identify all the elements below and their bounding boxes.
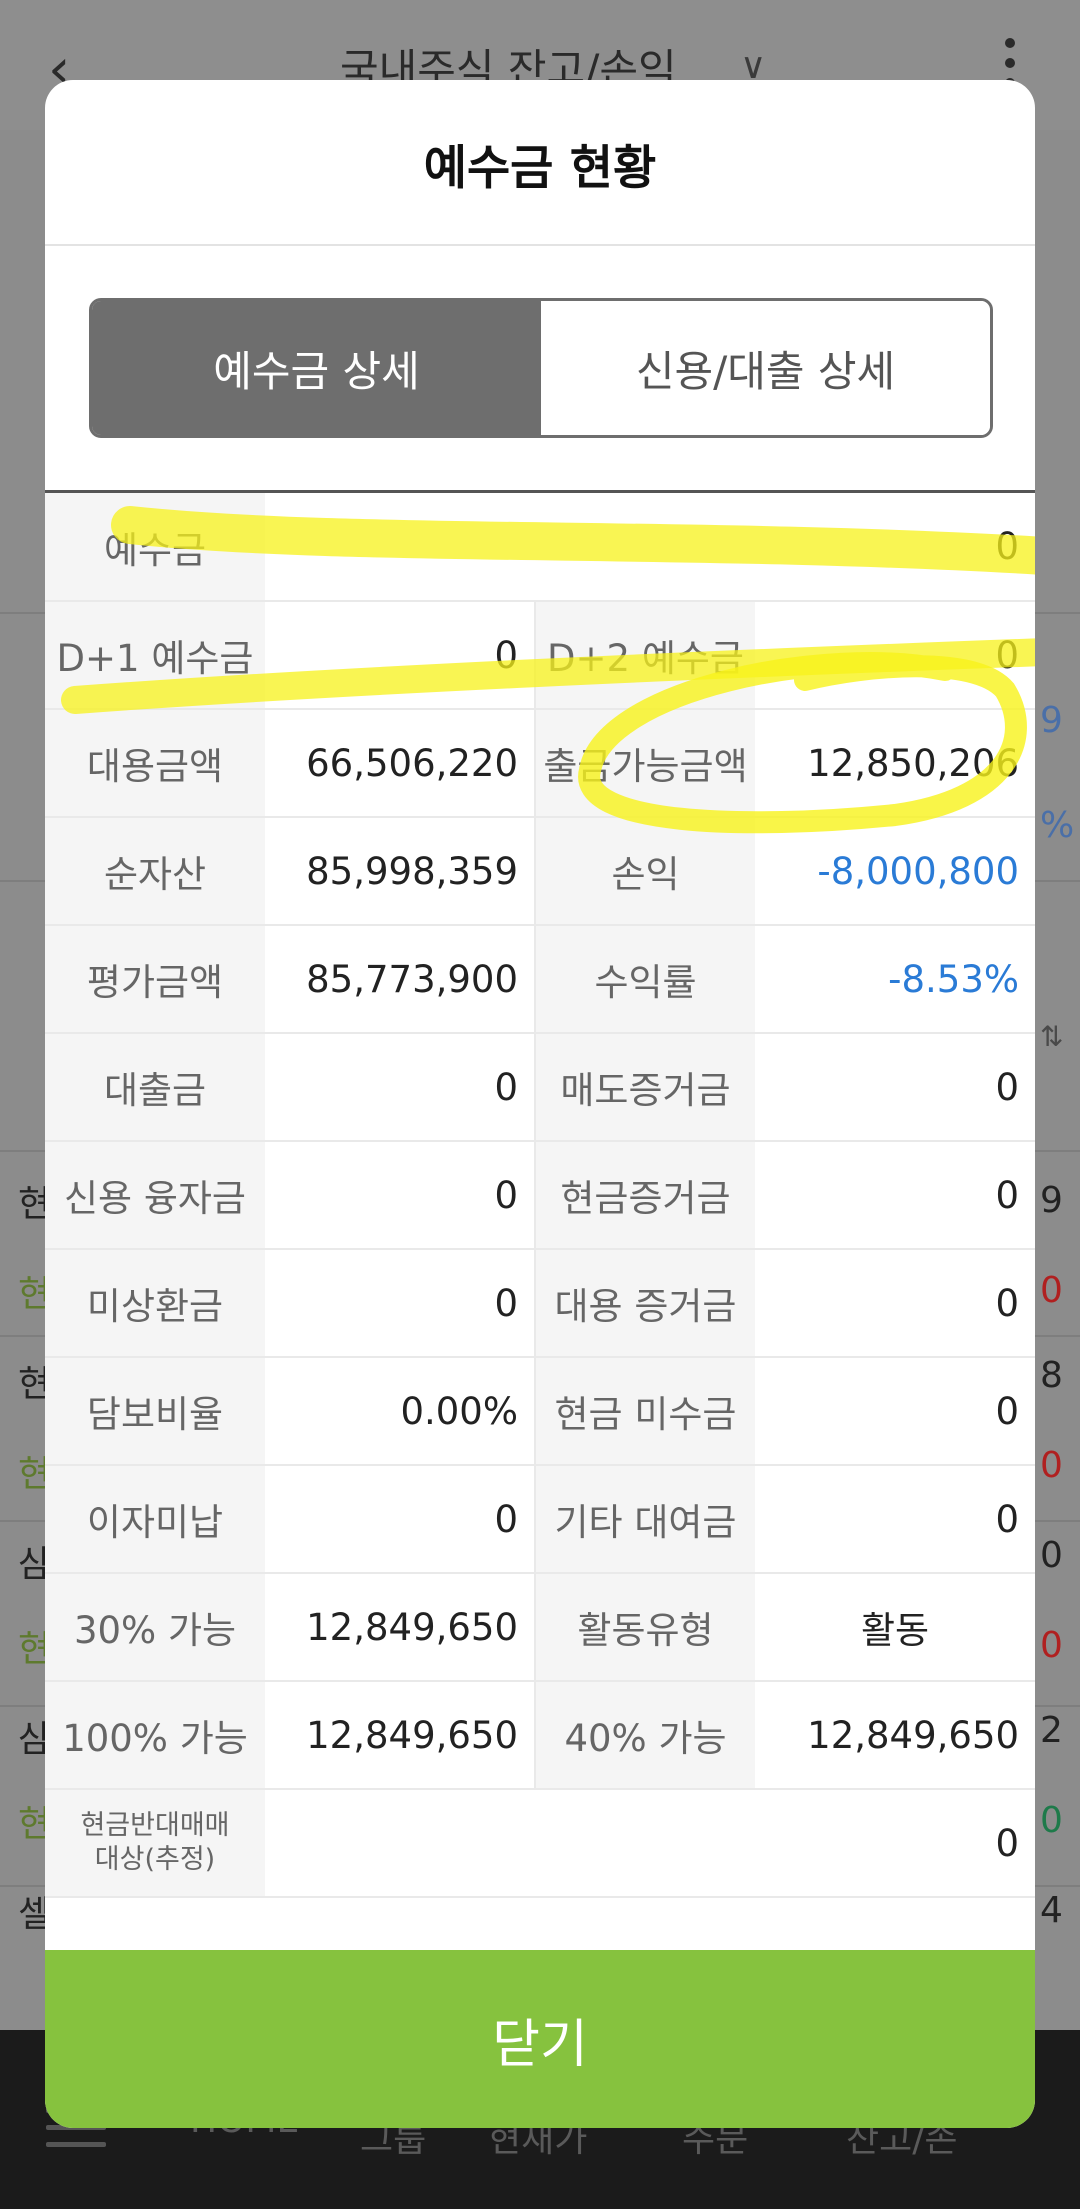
segmented-tabs: 예수금 상세 신용/대출 상세	[89, 298, 993, 438]
table-row: 30% 가능 12,849,650 활동유형 활동	[45, 1573, 1035, 1682]
bg-right-edge-value: 9	[1040, 700, 1063, 741]
bg-right-edge-value: 0	[1040, 1625, 1063, 1666]
row-value: 0	[755, 1465, 1035, 1574]
row-value: 0	[755, 1357, 1035, 1466]
row-label: 현금 미수금	[534, 1357, 755, 1466]
table-row: 미상환금 0 대용 증거금 0	[45, 1249, 1035, 1358]
row-label: 예수금	[45, 493, 265, 602]
row-label-line: 현금반대매매	[80, 1810, 230, 1842]
table-row: 평가금액 85,773,900 수익률 -8.53%	[45, 925, 1035, 1034]
row-label: D+1 예수금	[45, 601, 265, 710]
bg-right-edge-value: 0	[1040, 1445, 1063, 1486]
row-label: 이자미납	[45, 1465, 265, 1574]
row-label: D+2 예수금	[534, 601, 755, 710]
table-row: 예수금 0	[45, 493, 1035, 602]
row-label: 대용 증거금	[534, 1249, 755, 1358]
table-row: 담보비율 0.00% 현금 미수금 0	[45, 1357, 1035, 1466]
row-value: 12,849,650	[265, 1681, 535, 1790]
table-row: 이자미납 0 기타 대여금 0	[45, 1465, 1035, 1574]
table-row: 대용금액 66,506,220 출금가능금액 12,850,206	[45, 709, 1035, 818]
bg-right-edge-value: 8	[1040, 1355, 1063, 1396]
title-divider	[45, 244, 1035, 246]
row-value: 0	[755, 601, 1035, 710]
row-label: 30% 가능	[45, 1573, 265, 1682]
row-label: 매도증거금	[534, 1033, 755, 1142]
row-label: 출금가능금액	[534, 709, 755, 818]
tab-credit-loan-detail[interactable]: 신용/대출 상세	[541, 301, 990, 435]
row-value: 0	[265, 1141, 535, 1250]
bg-right-edge-value: 2	[1040, 1710, 1063, 1751]
bg-right-edge-value: 0	[1040, 1535, 1063, 1576]
close-button[interactable]: 닫기	[45, 1950, 1035, 2128]
bg-right-edge-value: 9	[1040, 1180, 1063, 1221]
row-value: 활동	[755, 1573, 1035, 1682]
row-label: 대용금액	[45, 709, 265, 818]
table-row: 신용 융자금 0 현금증거금 0	[45, 1141, 1035, 1250]
row-label-line: 대상(추정)	[94, 1844, 216, 1875]
row-value: 0	[755, 1249, 1035, 1358]
row-label: 현금반대매매 대상(추정)	[45, 1789, 265, 1898]
row-label: 대출금	[45, 1033, 265, 1142]
row-value: 12,850,206	[755, 709, 1035, 818]
row-label: 신용 융자금	[45, 1141, 265, 1250]
row-label: 100% 가능	[45, 1681, 265, 1790]
row-label: 기타 대여금	[534, 1465, 755, 1574]
row-label: 현금증거금	[534, 1141, 755, 1250]
dialog-title: 예수금 현황	[423, 140, 657, 196]
deposit-detail-table: 예수금 0 D+1 예수금 0 D+2 예수금 0 대용금액 66,506,22…	[45, 493, 1035, 1898]
bg-right-edge-value: 0	[1040, 1270, 1063, 1311]
row-value: 0	[265, 1789, 1035, 1898]
row-label: 담보비율	[45, 1357, 265, 1466]
row-value: 85,998,359	[265, 817, 535, 926]
row-label: 순자산	[45, 817, 265, 926]
row-label: 미상환금	[45, 1249, 265, 1358]
row-value: 0	[265, 493, 1035, 602]
row-value: -8,000,800	[755, 817, 1035, 926]
bg-right-edge-value: %	[1040, 805, 1075, 846]
row-value: -8.53%	[755, 925, 1035, 1034]
row-value: 85,773,900	[265, 925, 535, 1034]
table-row: 대출금 0 매도증거금 0	[45, 1033, 1035, 1142]
table-row: 100% 가능 12,849,650 40% 가능 12,849,650	[45, 1681, 1035, 1790]
row-value: 0	[265, 1465, 535, 1574]
row-value: 66,506,220	[265, 709, 535, 818]
deposit-status-dialog: 예수금 현황 예수금 상세 신용/대출 상세 예수금 0 D+1 예수금 0 D…	[45, 80, 1035, 2128]
row-value: 0	[265, 1033, 535, 1142]
row-label: 40% 가능	[534, 1681, 755, 1790]
row-label: 평가금액	[45, 925, 265, 1034]
table-row: 현금반대매매 대상(추정) 0	[45, 1789, 1035, 1898]
row-value: 12,849,650	[265, 1573, 535, 1682]
table-row: D+1 예수금 0 D+2 예수금 0	[45, 601, 1035, 710]
row-value: 0	[265, 601, 535, 710]
bg-right-edge-value: 0	[1040, 1800, 1063, 1841]
row-label: 손익	[534, 817, 755, 926]
sort-arrows-icon[interactable]: ⇅	[1040, 1020, 1063, 1053]
row-value: 0	[755, 1141, 1035, 1250]
row-value: 12,849,650	[755, 1681, 1035, 1790]
tab-deposit-detail[interactable]: 예수금 상세	[92, 301, 541, 435]
row-label: 수익률	[534, 925, 755, 1034]
row-value: 0.00%	[265, 1357, 535, 1466]
table-row: 순자산 85,998,359 손익 -8,000,800	[45, 817, 1035, 926]
row-label: 활동유형	[534, 1573, 755, 1682]
row-value: 0	[755, 1033, 1035, 1142]
row-value: 0	[265, 1249, 535, 1358]
bg-right-edge-value: 4	[1040, 1890, 1063, 1931]
